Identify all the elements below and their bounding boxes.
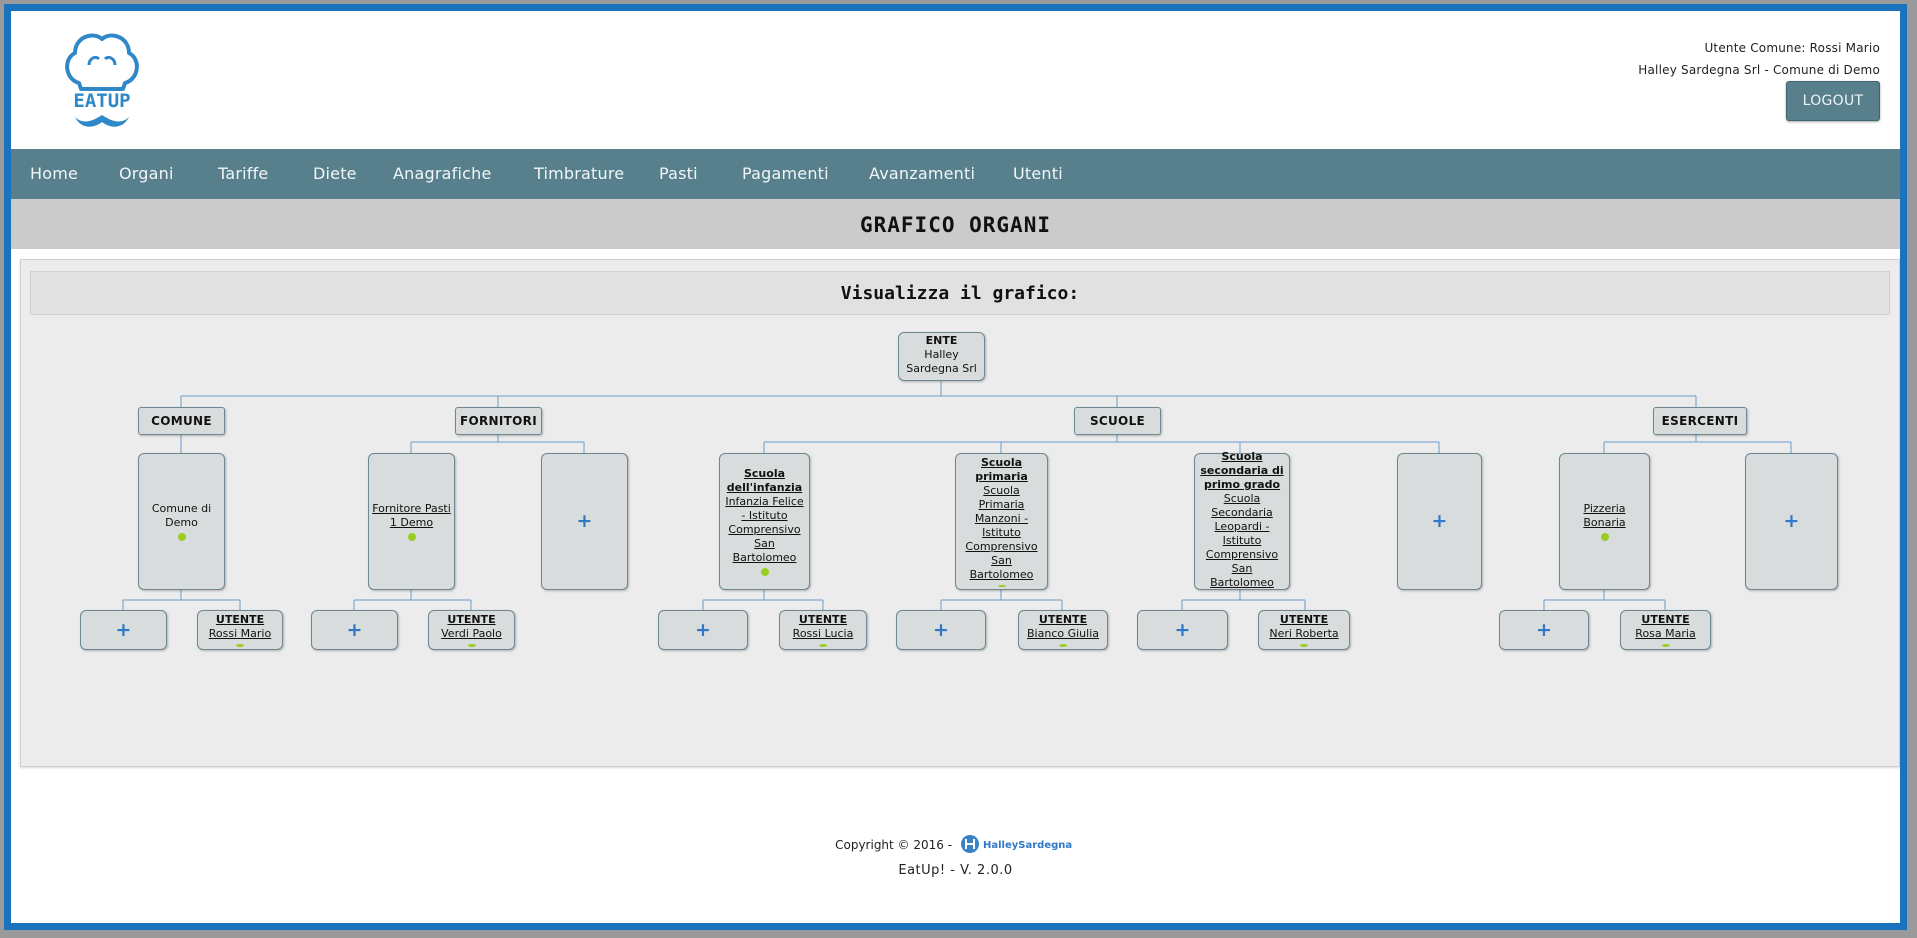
node-name: Halley Sardegna Srl [906,348,977,375]
nav-item-pagamenti[interactable]: Pagamenti [742,149,829,199]
status-dot [407,533,416,541]
user-node-rossi-mario[interactable]: UTENTE Rossi Mario [197,610,283,650]
plus-icon: + [346,618,363,641]
org-node-fornitore[interactable]: Fornitore Pasti 1 Demo [368,453,455,590]
node-name: Infanzia Felice - Istituto Comprensivo S… [725,495,804,564]
plus-icon: + [576,510,593,532]
node-name: Scuola Primaria Manzoni - Istituto Compr… [965,484,1038,581]
eatup-logo[interactable]: EATUP [61,25,143,135]
status-dot [819,644,827,647]
org-node-scuola-infanzia[interactable]: Scuola dell'infanzia Infanzia Felice - I… [719,453,810,590]
plus-icon: + [1174,618,1191,641]
status-dot [1661,644,1670,647]
user-name: Neri Roberta [1269,627,1339,640]
node-name: Fornitore Pasti 1 Demo [372,502,451,529]
status-dot [1600,533,1609,541]
plus-icon: + [1783,510,1800,532]
halley-sardegna-logo[interactable]: HalleySardegna [960,833,1076,858]
status-dot [177,533,186,541]
user-name: Bianco Giulia [1027,627,1099,640]
nav-item-organi[interactable]: Organi [119,149,174,199]
add-utente-comune-button[interactable]: + [80,610,167,650]
plus-icon: + [115,618,132,641]
nav-item-tariffe[interactable]: Tariffe [218,149,268,199]
add-utente-esercente-button[interactable]: + [1499,610,1589,650]
footer-copyright: Copyright © 2016 - HalleySardegna [11,833,1900,858]
user-node-rosa-maria[interactable]: UTENTE Rosa Maria [1620,610,1711,650]
org-node-comune-di-demo[interactable]: Comune di Demo [138,453,225,590]
status-dot [236,644,244,647]
main-nav: Home Organi Tariffe Diete Anagrafiche Ti… [11,149,1900,199]
user-name: Rossi Lucia [792,627,854,640]
org-node-esercente[interactable]: Pizzeria Bonaria [1559,453,1650,590]
plus-icon: + [695,618,711,641]
school-type: Scuola secondaria di primo grado [1200,450,1284,491]
add-utente-primaria-button[interactable]: + [896,610,986,650]
nav-item-anagrafiche[interactable]: Anagrafiche [393,149,492,199]
category-fornitori[interactable]: FORNITORI [455,407,542,435]
node-name: Pizzeria Bonaria [1583,502,1626,529]
add-utente-secondaria-button[interactable]: + [1137,610,1228,650]
user-role-label: UTENTE [1641,613,1690,626]
school-type: Scuola primaria [975,456,1028,483]
status-dot [760,568,769,576]
app-window: EATUP Utente Comune: Rossi Mario Halley … [4,4,1907,930]
org-chart-panel: Visualizza il grafico: ENTE Halley Sarde… [20,259,1900,767]
status-dot [467,644,476,647]
user-name: Rossi Mario [208,627,272,640]
status-dot [1059,644,1067,647]
chart-subtitle: Visualizza il grafico: [30,271,1890,315]
category-scuole[interactable]: SCUOLE [1074,407,1161,435]
plus-icon: + [1431,510,1448,532]
org-node-scuola-secondaria[interactable]: Scuola secondaria di primo grado Scuola … [1194,450,1290,590]
add-utente-fornitore-button[interactable]: + [311,610,398,650]
org-node-scuola-primaria[interactable]: Scuola primaria Scuola Primaria Manzoni … [955,453,1048,590]
nav-item-timbrature[interactable]: Timbrature [534,149,624,199]
header: EATUP Utente Comune: Rossi Mario Halley … [11,11,1900,149]
org-node-ente[interactable]: ENTE Halley Sardegna Srl [898,332,985,381]
add-fornitore-button[interactable]: + [541,453,628,590]
node-name: Scuola Secondaria Leopardi - Istituto Co… [1205,492,1279,589]
plus-icon: + [933,618,949,641]
nav-item-home[interactable]: Home [30,149,78,199]
user-role-label: UTENTE [798,613,848,626]
organization-text: Halley Sardegna Srl - Comune di Demo [1638,63,1880,77]
plus-icon: + [1536,618,1552,641]
status-dot [1300,644,1308,647]
user-name: Rosa Maria [1635,627,1696,640]
node-type-label: ENTE [925,334,958,347]
user-role-label: UTENTE [447,613,496,626]
current-user-text: Utente Comune: Rossi Mario [1704,41,1880,55]
user-role-label: UTENTE [215,613,265,626]
svg-text:EATUP: EATUP [73,90,130,112]
category-esercenti[interactable]: ESERCENTI [1653,407,1747,435]
add-scuola-button[interactable]: + [1397,453,1482,590]
category-comune[interactable]: COMUNE [138,407,225,435]
copyright-text: Copyright © 2016 - [835,838,953,852]
status-dot [997,585,1006,587]
user-role-label: UTENTE [1279,613,1329,626]
user-node-verdi-paolo[interactable]: UTENTE Verdi Paolo [428,610,515,650]
add-esercente-button[interactable]: + [1745,453,1838,590]
user-node-rossi-lucia[interactable]: UTENTE Rossi Lucia [779,610,867,650]
nav-item-avanzamenti[interactable]: Avanzamenti [869,149,975,199]
user-name: Verdi Paolo [441,627,502,640]
logout-button[interactable]: LOGOUT [1786,81,1880,121]
user-role-label: UTENTE [1038,613,1088,626]
node-name: Comune di Demo [151,502,212,529]
svg-text:HalleySardegna: HalleySardegna [983,840,1072,851]
school-type: Scuola dell'infanzia [726,467,803,494]
user-info: Utente Comune: Rossi Mario Halley Sardeg… [1638,37,1880,81]
user-node-neri-roberta[interactable]: UTENTE Neri Roberta [1258,610,1350,650]
add-utente-infanzia-button[interactable]: + [658,610,748,650]
nav-item-diete[interactable]: Diete [313,149,357,199]
footer-version: EatUp! - V. 2.0.0 [898,863,1013,878]
nav-item-pasti[interactable]: Pasti [659,149,698,199]
page-title: GRAFICO ORGANI [11,199,1900,249]
user-node-bianco-giulia[interactable]: UTENTE Bianco Giulia [1018,610,1108,650]
nav-item-utenti[interactable]: Utenti [1013,149,1063,199]
